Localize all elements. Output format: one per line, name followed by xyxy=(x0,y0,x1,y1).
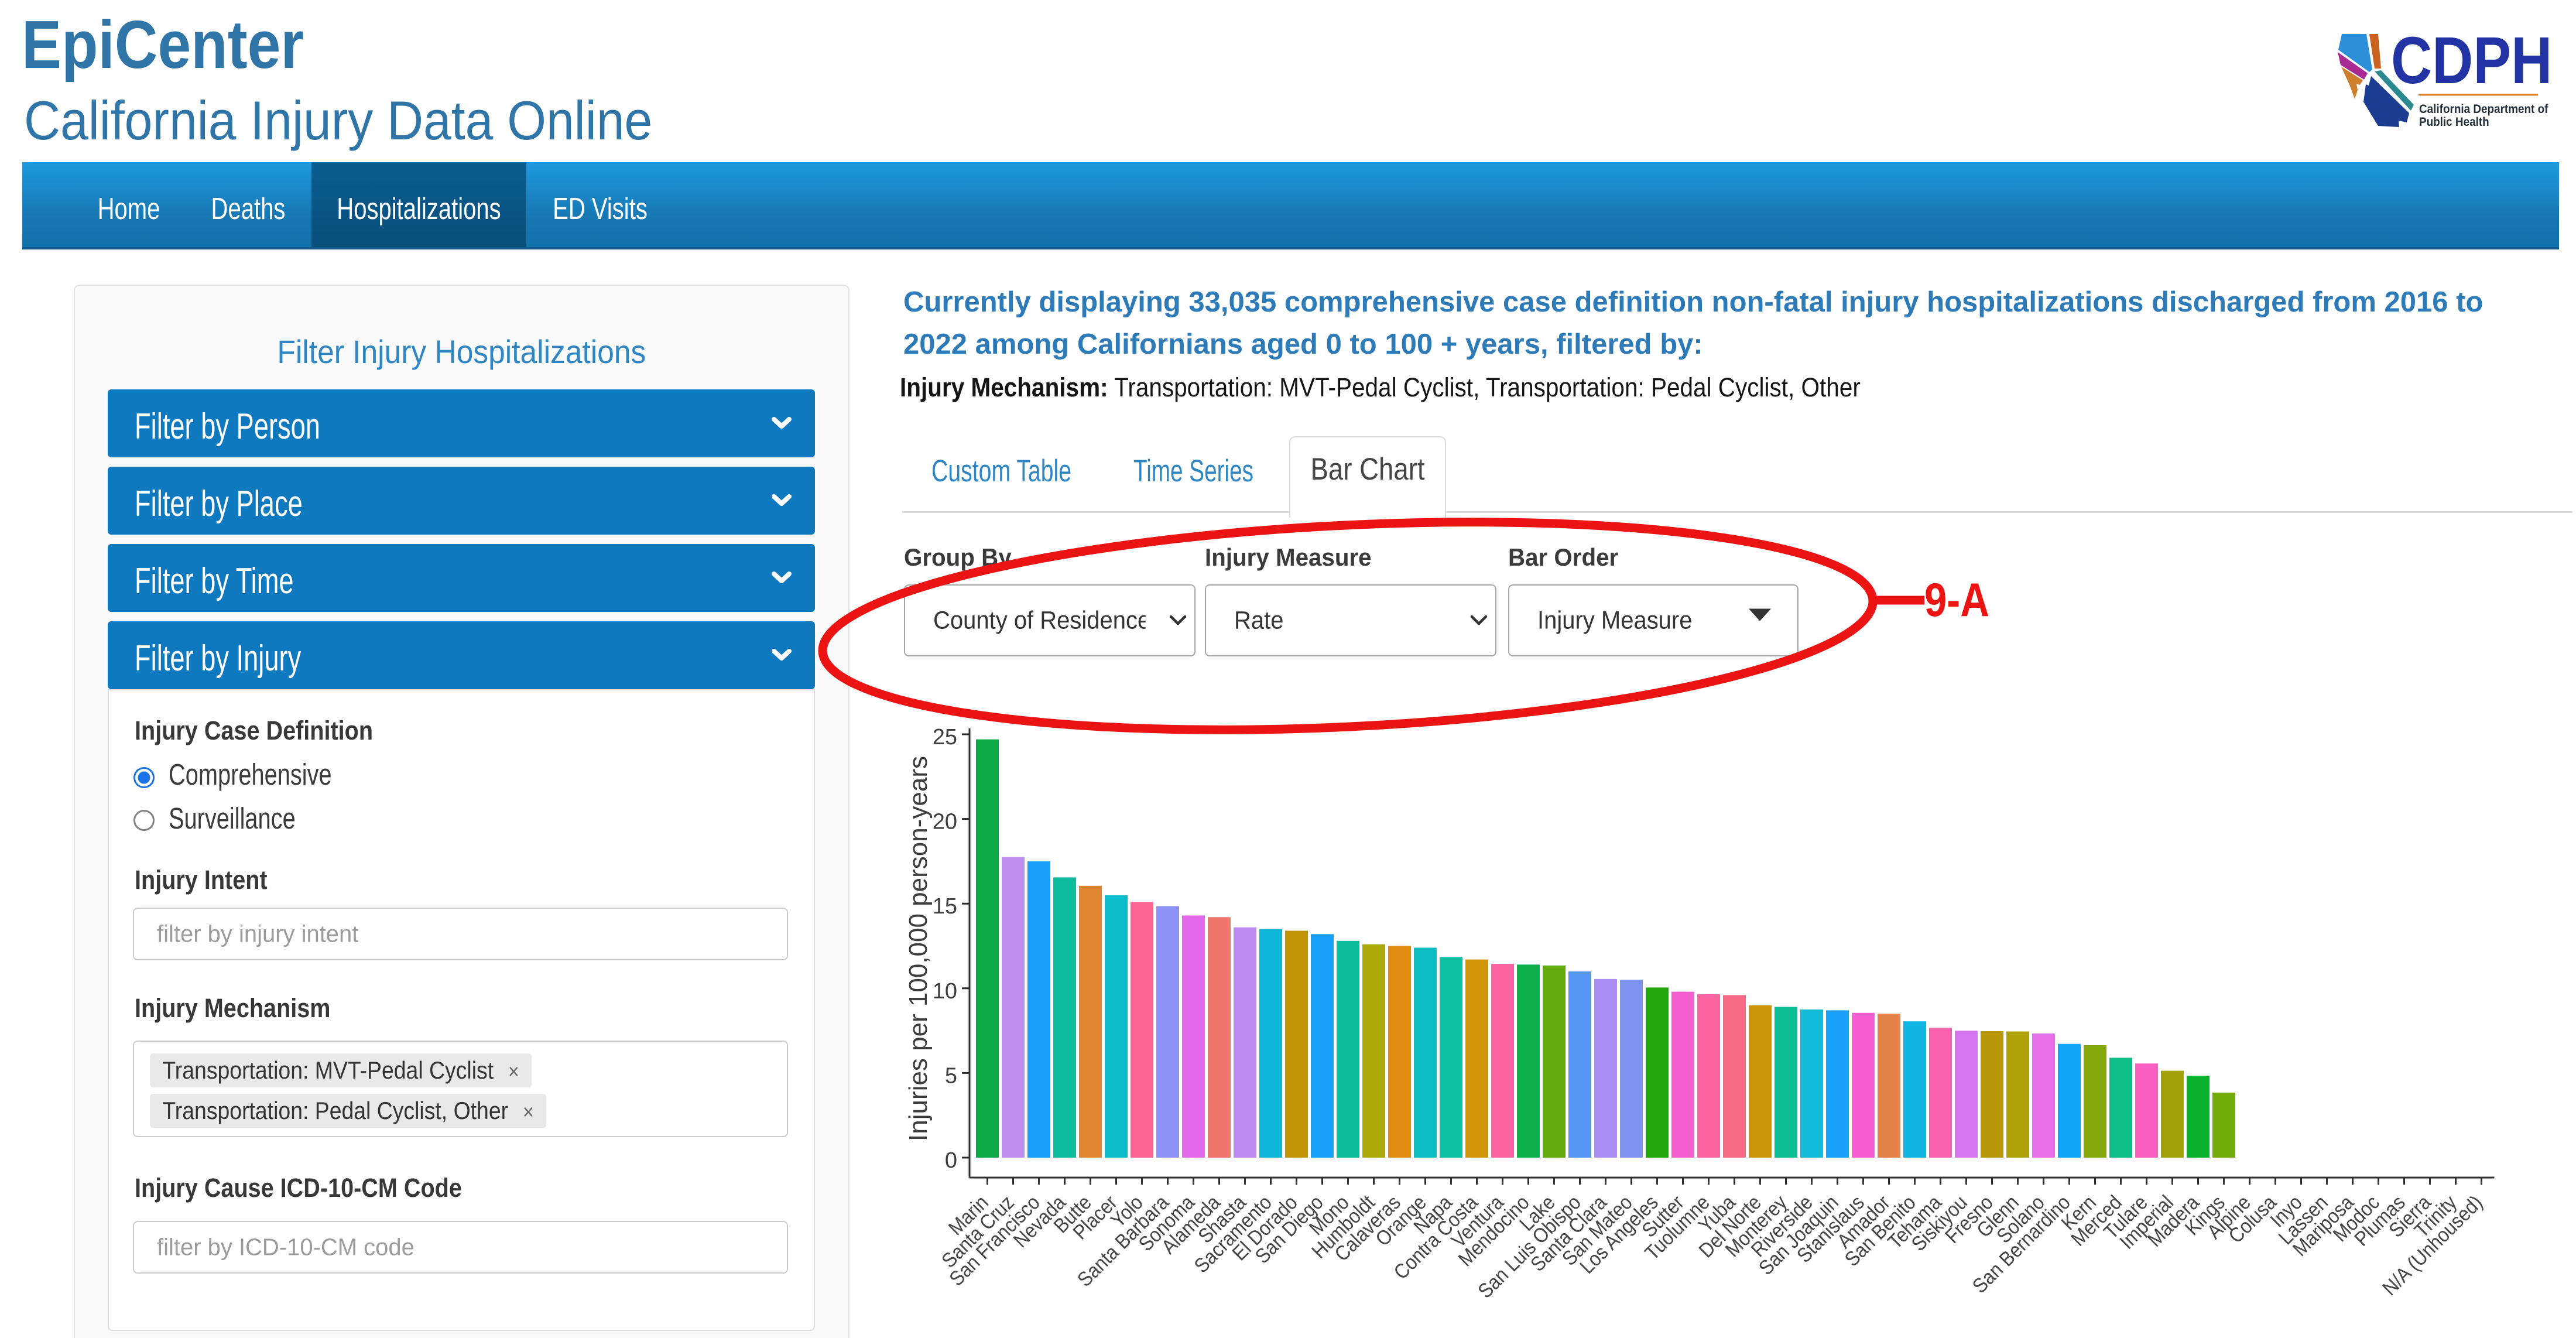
svg-text:Injuries per 100,000 person-ye: Injuries per 100,000 person-years xyxy=(904,756,933,1141)
svg-text:10: 10 xyxy=(933,979,957,1004)
svg-text:20: 20 xyxy=(933,810,957,834)
svg-text:15: 15 xyxy=(933,894,957,919)
svg-text:25: 25 xyxy=(933,725,957,750)
svg-text:0: 0 xyxy=(945,1148,957,1173)
svg-text:5: 5 xyxy=(945,1063,957,1088)
